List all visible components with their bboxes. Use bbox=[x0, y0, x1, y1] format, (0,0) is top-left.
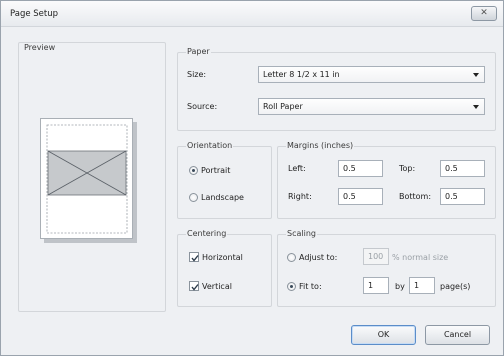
landscape-label[interactable]: Landscape bbox=[201, 193, 244, 202]
fit-to-radio[interactable] bbox=[287, 282, 296, 291]
preview-page-graphic bbox=[46, 124, 128, 234]
paper-group bbox=[177, 52, 496, 131]
top-margin-value: 0.5 bbox=[445, 164, 458, 173]
by-label: by bbox=[395, 282, 405, 291]
portrait-radio[interactable] bbox=[189, 166, 198, 175]
scaling-label: Scaling bbox=[286, 229, 317, 238]
cancel-button-label: Cancel bbox=[443, 330, 472, 339]
bottom-margin-input[interactable]: 0.5 bbox=[440, 188, 485, 205]
adjust-to-radio[interactable] bbox=[287, 253, 296, 262]
size-value: Letter 8 1/2 x 11 in bbox=[263, 70, 340, 79]
paper-label: Paper bbox=[186, 47, 211, 56]
left-margin-input[interactable]: 0.5 bbox=[338, 160, 383, 177]
horizontal-label[interactable]: Horizontal bbox=[202, 253, 243, 262]
centering-group bbox=[177, 234, 272, 307]
checkmark-icon bbox=[191, 284, 199, 291]
page-setup-dialog: Page Setup ✕ Preview Paper Size: Letter … bbox=[0, 0, 504, 356]
adjust-to-value: 100 bbox=[368, 252, 384, 261]
size-label: Size: bbox=[187, 70, 207, 79]
fit-to-tall-value: 1 bbox=[414, 281, 420, 290]
close-button[interactable]: ✕ bbox=[471, 6, 497, 21]
fit-to-tall-input[interactable]: 1 bbox=[409, 277, 435, 294]
left-margin-value: 0.5 bbox=[343, 164, 356, 173]
fit-to-wide-value: 1 bbox=[368, 281, 374, 290]
bottom-margin-label: Bottom: bbox=[399, 192, 432, 201]
vertical-checkbox[interactable] bbox=[189, 281, 199, 291]
vertical-label[interactable]: Vertical bbox=[202, 282, 232, 291]
preview-label: Preview bbox=[23, 43, 57, 52]
orientation-label: Orientation bbox=[186, 141, 234, 150]
source-select[interactable]: Roll Paper bbox=[258, 98, 485, 115]
landscape-radio[interactable] bbox=[189, 193, 198, 202]
adjust-to-input[interactable]: 100 bbox=[363, 248, 389, 265]
horizontal-checkbox[interactable] bbox=[189, 252, 199, 262]
centering-label: Centering bbox=[186, 229, 228, 238]
right-margin-input[interactable]: 0.5 bbox=[338, 188, 383, 205]
cancel-button[interactable]: Cancel bbox=[425, 325, 490, 345]
margins-group bbox=[277, 146, 496, 219]
left-margin-label: Left: bbox=[288, 164, 306, 173]
chevron-down-icon bbox=[473, 105, 479, 109]
preview-page bbox=[40, 118, 133, 239]
right-margin-value: 0.5 bbox=[343, 192, 356, 201]
bottom-margin-value: 0.5 bbox=[445, 192, 458, 201]
close-icon: ✕ bbox=[480, 8, 488, 18]
orientation-group bbox=[177, 146, 272, 219]
scaling-group bbox=[277, 234, 496, 307]
checkmark-icon bbox=[191, 255, 199, 262]
pages-label: page(s) bbox=[440, 282, 471, 291]
source-value: Roll Paper bbox=[263, 102, 303, 111]
chevron-down-icon bbox=[473, 73, 479, 77]
adjust-to-label[interactable]: Adjust to: bbox=[299, 253, 337, 262]
size-select[interactable]: Letter 8 1/2 x 11 in bbox=[258, 66, 485, 83]
ok-button-label: OK bbox=[377, 330, 390, 339]
margins-label: Margins (inches) bbox=[286, 141, 355, 150]
fit-to-label[interactable]: Fit to: bbox=[299, 282, 322, 291]
adjust-to-suffix: % normal size bbox=[392, 253, 449, 262]
fit-to-wide-input[interactable]: 1 bbox=[363, 277, 389, 294]
right-margin-label: Right: bbox=[288, 192, 312, 201]
source-label: Source: bbox=[187, 102, 218, 111]
top-margin-label: Top: bbox=[399, 164, 416, 173]
portrait-label[interactable]: Portrait bbox=[201, 166, 230, 175]
top-margin-input[interactable]: 0.5 bbox=[440, 160, 485, 177]
window-title: Page Setup bbox=[10, 9, 59, 19]
title-bar: Page Setup ✕ bbox=[1, 1, 503, 27]
ok-button[interactable]: OK bbox=[351, 325, 416, 345]
